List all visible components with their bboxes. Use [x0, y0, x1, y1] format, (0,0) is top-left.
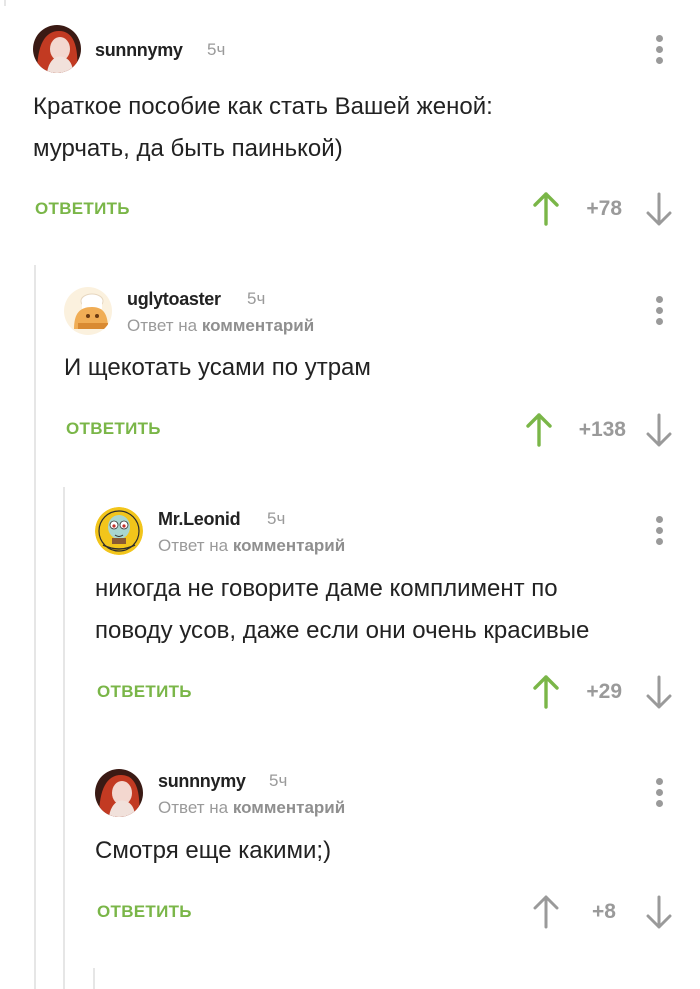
comment-reply: sunnnymy 5ч Ответ на комментарий Смотря …: [0, 0, 700, 960]
username[interactable]: sunnnymy: [158, 771, 246, 792]
reply-to-prefix: Ответ на: [158, 798, 229, 817]
kebab-menu-icon[interactable]: [655, 778, 663, 808]
timestamp: 5ч: [269, 771, 288, 790]
comment-text-line: Смотря еще какими;): [95, 837, 332, 864]
reply-button[interactable]: ОТВЕТИТЬ: [97, 902, 192, 922]
avatar[interactable]: [95, 769, 143, 817]
thread-line: [93, 968, 95, 989]
arrow-down-icon[interactable]: [646, 895, 672, 929]
reply-to-label: Ответ на комментарий: [158, 798, 345, 818]
reply-to-link[interactable]: комментарий: [233, 798, 345, 817]
rating: +8: [592, 900, 616, 923]
